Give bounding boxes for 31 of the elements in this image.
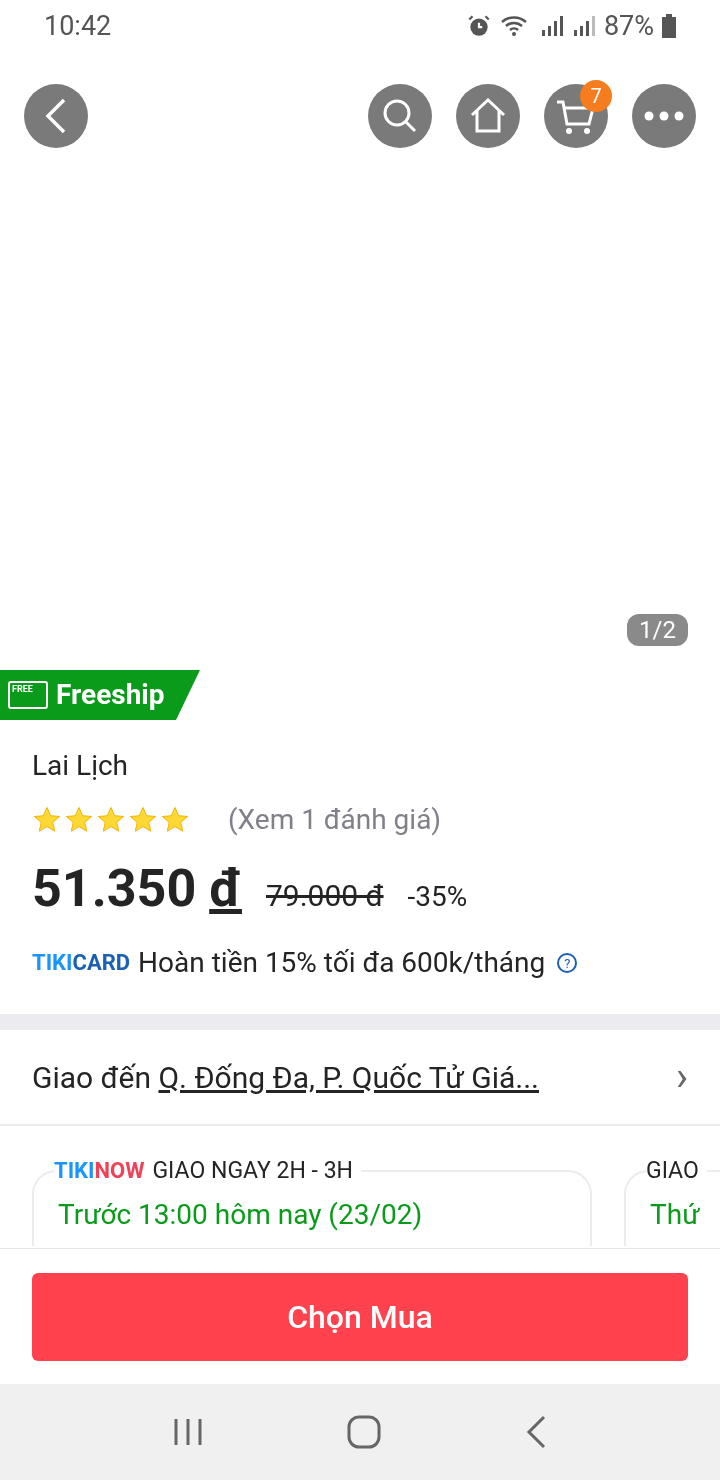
price: 51.350 đ xyxy=(32,863,242,915)
truck-icon: FREE xyxy=(8,681,48,709)
star-icon xyxy=(64,805,94,835)
signal-icon xyxy=(571,14,596,38)
delivery-address-row[interactable]: Giao đến Q. Đống Đa, P. Quốc Tử Giá... › xyxy=(0,1030,720,1126)
more-icon xyxy=(644,111,684,121)
star-icon xyxy=(96,805,126,835)
help-icon[interactable]: ? xyxy=(557,953,578,973)
delivery-time: Thứ xyxy=(650,1198,700,1231)
discount-label: -35% xyxy=(407,879,468,915)
old-price: 79.000 đ xyxy=(265,877,384,915)
reviews-link[interactable]: (Xem 1 đánh giá) xyxy=(228,799,442,841)
image-counter: 1/2 xyxy=(627,614,688,646)
chevron-right-icon: › xyxy=(676,1057,688,1097)
buy-button[interactable]: Chọn Mua xyxy=(32,1273,688,1361)
tikicard-logo: TIKICARD xyxy=(32,952,131,974)
signal-icon xyxy=(539,14,564,38)
home-icon xyxy=(468,96,508,136)
star-icon xyxy=(32,805,62,835)
cashback-text: Hoàn tiền 15% tối đa 600k/tháng xyxy=(138,945,546,981)
battery-percent: 87% xyxy=(603,8,654,44)
home-nav-icon[interactable] xyxy=(347,1415,381,1449)
delivery-address: Giao đến Q. Đống Đa, P. Quốc Tử Giá... xyxy=(32,1058,539,1097)
status-time: 10:42 xyxy=(44,8,112,44)
star-icon xyxy=(128,805,158,835)
star-icon xyxy=(160,805,190,835)
battery-icon xyxy=(662,14,676,38)
freeship-badge: FREE Freeship xyxy=(0,670,200,720)
delivery-time: Trước 13:00 hôm nay (23/02) xyxy=(58,1198,423,1231)
product-title: Lai Lịch xyxy=(32,748,130,783)
cart-count-badge: 7 xyxy=(580,80,612,112)
